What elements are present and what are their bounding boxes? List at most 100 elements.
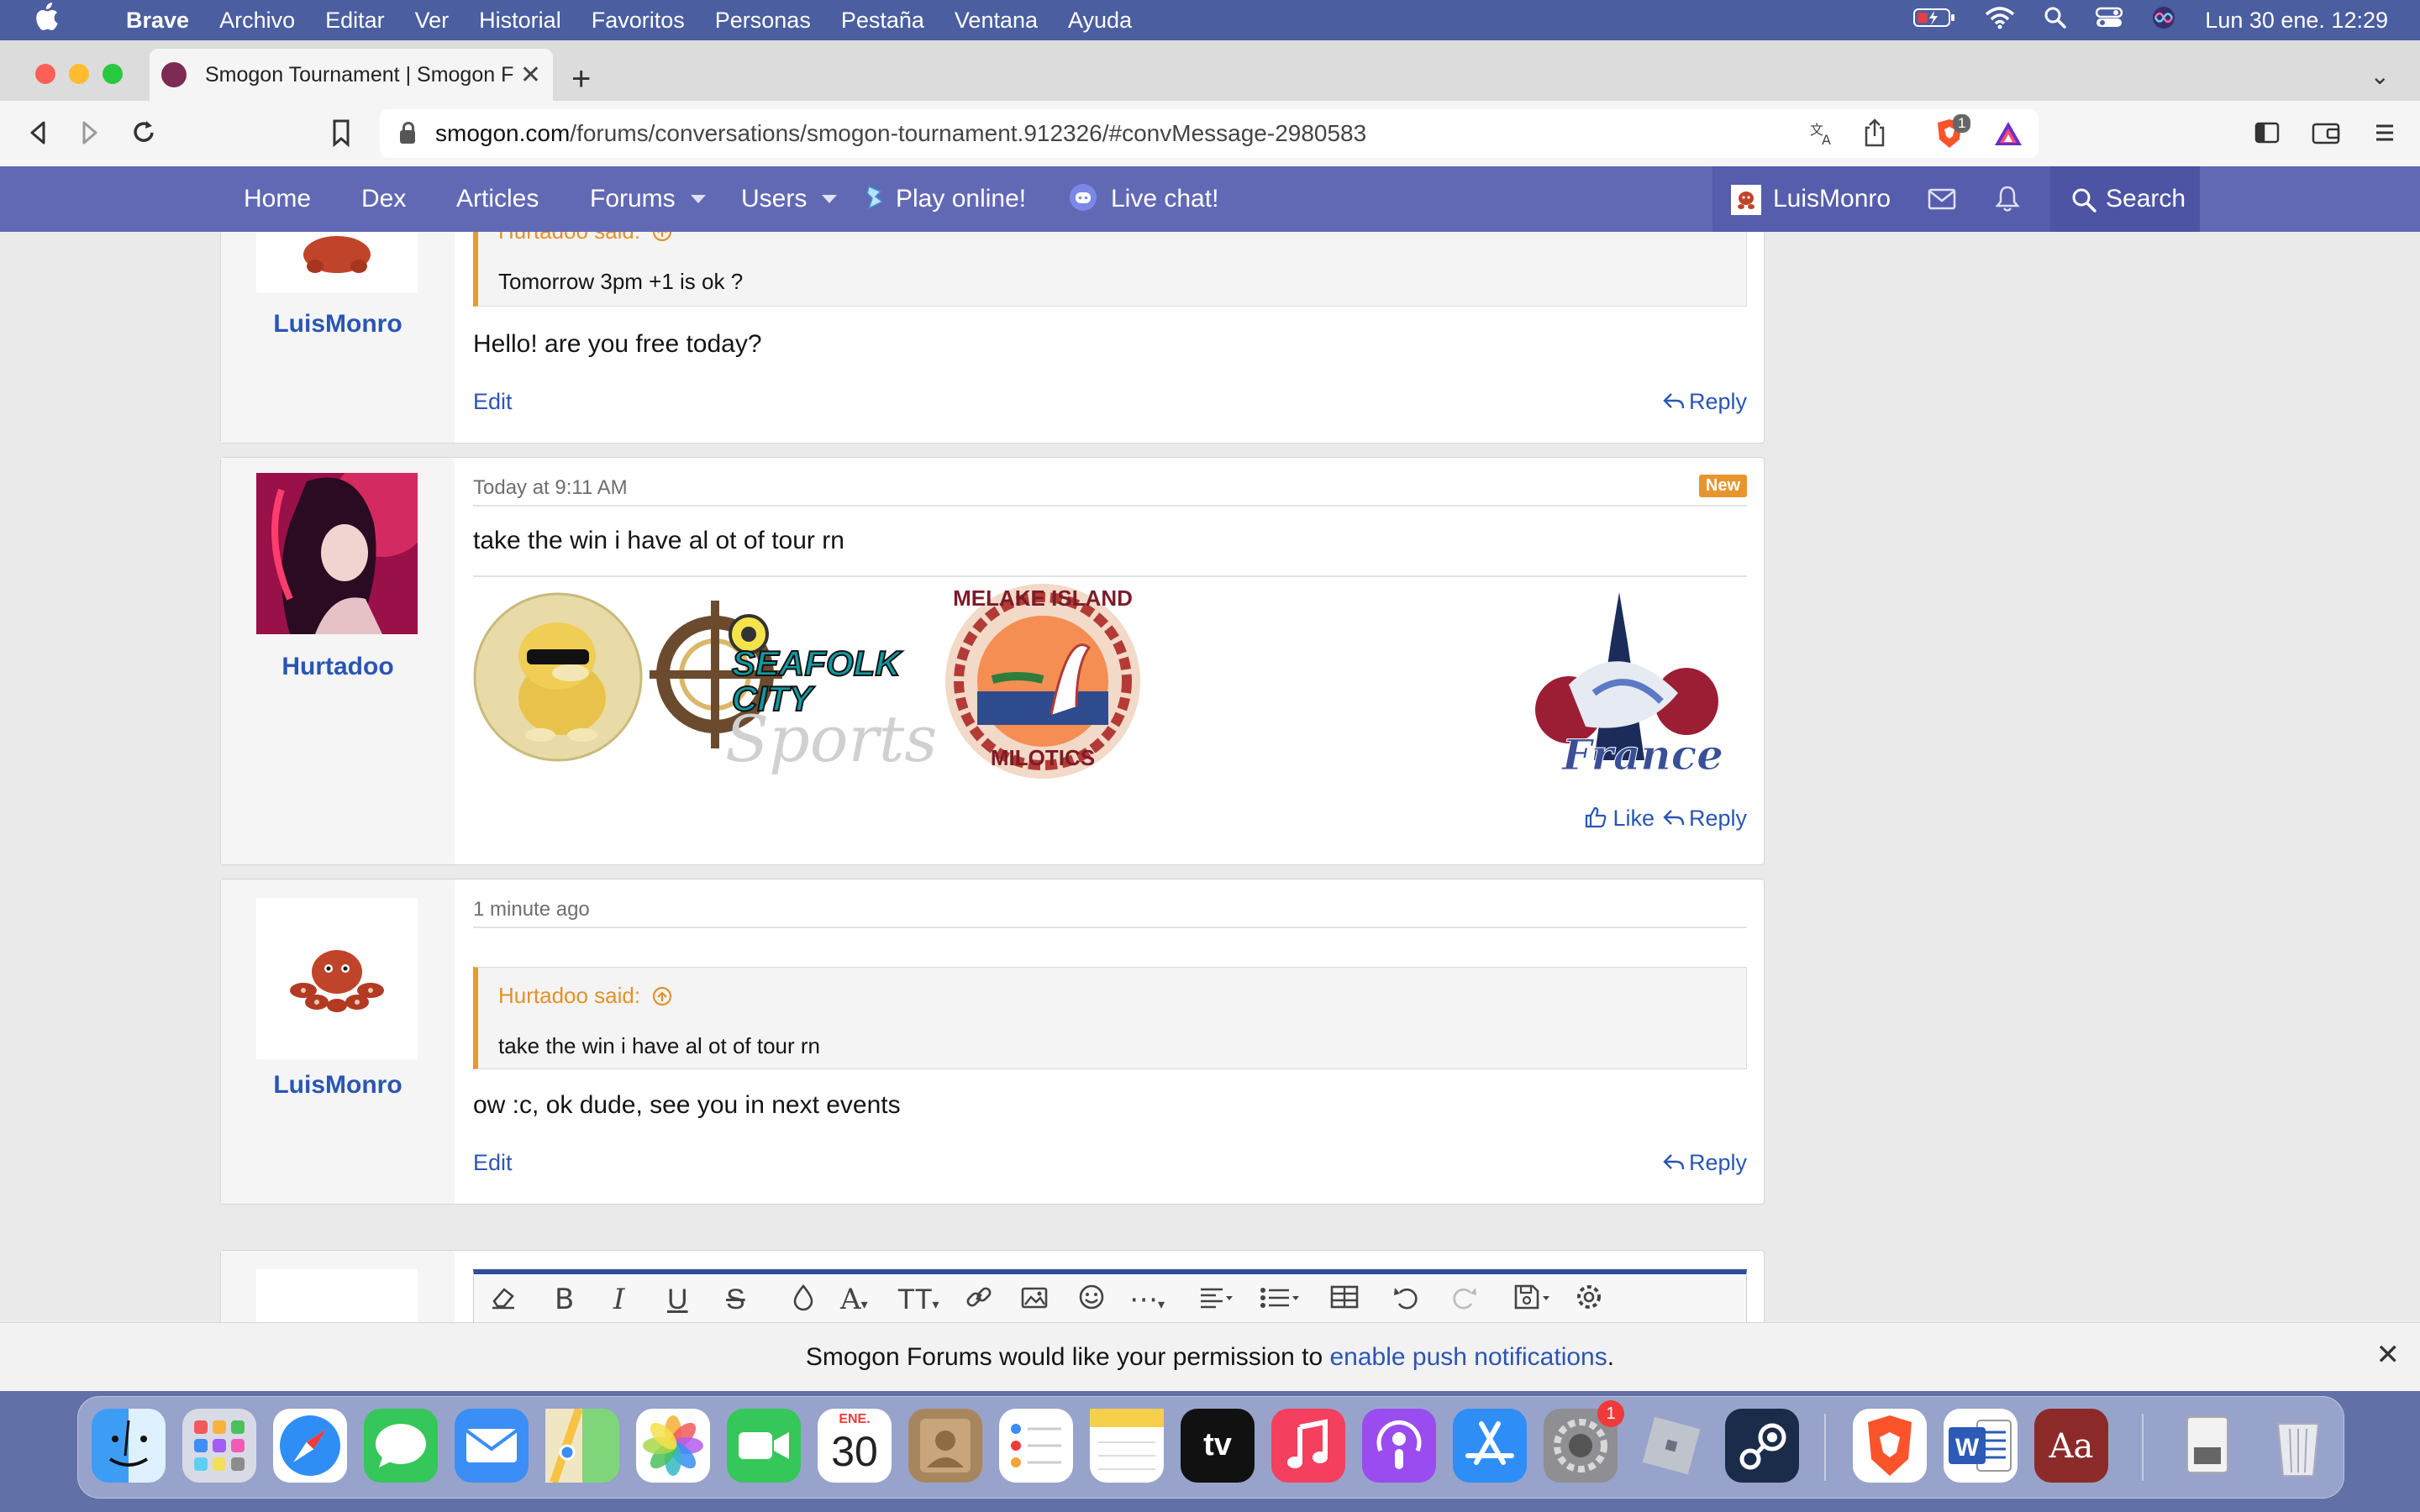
chevron-down-icon[interactable] [690,195,706,203]
new-tab-plus-icon[interactable]: + [571,60,591,98]
account-username[interactable]: LuisMonro [1773,183,1891,215]
edit-link[interactable]: Edit [473,1150,513,1176]
calendar-icon[interactable]: ENE. 30 [818,1409,892,1483]
jump-to-quote-icon[interactable] [651,985,673,1007]
siri-icon[interactable] [2151,5,2176,36]
align-icon[interactable] [1198,1283,1235,1319]
notes-icon[interactable] [1090,1409,1164,1483]
username-link[interactable]: LuisMonro [221,1071,455,1100]
roblox-icon[interactable] [1634,1409,1708,1483]
menu-personas[interactable]: Personas [715,8,811,34]
emoji-icon[interactable] [1077,1283,1106,1319]
more-options-icon[interactable]: ⋯▾ [1129,1283,1165,1322]
control-center-icon[interactable] [2096,7,2123,34]
finder-icon[interactable] [92,1409,166,1483]
like-button[interactable]: Like [1584,806,1655,832]
menu-app-brave[interactable]: Brave [126,8,189,34]
underline-icon[interactable]: U [667,1283,688,1316]
translate-icon[interactable]: 文A [1808,119,1837,155]
chevron-down-icon[interactable] [822,195,838,203]
signature-image-seafolk-city[interactable]: SEAFOLK CITY Sports [648,584,937,785]
sidebar-toggle-icon[interactable] [2254,116,2281,157]
editor-settings-gear-icon[interactable] [1575,1283,1603,1319]
link-icon[interactable] [965,1283,993,1319]
apple-menu-icon[interactable] [34,3,67,38]
edit-link[interactable]: Edit [473,389,513,415]
zoom-window-button[interactable] [103,64,123,84]
signature-image-france[interactable]: France [1518,592,1728,785]
username-link[interactable]: Hurtadoo [221,653,455,681]
forward-icon[interactable] [77,116,103,157]
reload-icon[interactable] [129,116,158,157]
user-avatar-octillery[interactable] [256,232,418,293]
italic-icon[interactable]: I [613,1283,624,1316]
app-menu-icon[interactable] [2373,116,2396,157]
reply-button[interactable]: Reply [1662,389,1747,415]
nav-home[interactable]: Home [244,183,311,215]
wallet-icon[interactable] [2311,116,2341,157]
font-family-icon[interactable]: A▾ [840,1283,868,1321]
apple-tv-icon[interactable]: tv [1181,1409,1255,1483]
dictionary-icon[interactable]: Aa [2034,1409,2108,1483]
microsoft-word-icon[interactable]: W [1944,1409,2018,1483]
strikethrough-icon[interactable]: S [726,1283,745,1316]
user-avatar-octillery[interactable] [256,898,418,1059]
user-avatar-octillery[interactable] [256,1269,418,1322]
menu-favoritos[interactable]: Favoritos [592,8,685,34]
nav-forums[interactable]: Forums [590,183,706,215]
menu-ventana[interactable]: Ventana [955,8,1038,34]
jump-to-quote-icon[interactable] [651,232,673,243]
bold-icon[interactable]: B [555,1283,574,1316]
brave-browser-icon[interactable] [1853,1409,1927,1483]
nav-users[interactable]: Users [741,183,838,215]
wifi-icon[interactable] [1985,6,2015,35]
battery-icon[interactable] [1912,7,1956,34]
menu-archivo[interactable]: Archivo [219,8,295,34]
menubar-clock[interactable]: Lun 30 ene. 12:29 [2205,8,2388,34]
photos-icon[interactable] [636,1409,710,1483]
undo-icon[interactable] [1392,1283,1420,1319]
back-icon[interactable] [25,116,50,157]
menu-historial[interactable]: Historial [479,8,561,34]
launchpad-icon[interactable] [182,1409,256,1483]
menu-pestana[interactable]: Pestaña [841,8,924,34]
alerts-bell-icon[interactable] [1995,185,2020,220]
brave-rewards-icon[interactable] [1993,119,2023,152]
account-menu[interactable]: LuisMonro [1712,166,2050,232]
system-preferences-icon[interactable]: 1 [1544,1400,1624,1483]
nav-articles[interactable]: Articles [456,183,539,215]
safari-icon[interactable] [273,1409,347,1483]
contacts-icon[interactable] [908,1409,982,1483]
list-icon[interactable] [1259,1283,1304,1319]
maps-icon[interactable] [545,1407,619,1484]
menu-editar[interactable]: Editar [325,8,385,34]
reminders-icon[interactable] [999,1409,1073,1483]
podcasts-icon[interactable] [1362,1409,1436,1483]
close-icon[interactable]: ✕ [2376,1338,2401,1372]
user-avatar-hurtadoo[interactable] [256,473,418,634]
search-button[interactable]: Search [2050,166,2200,232]
close-window-button[interactable] [35,64,55,84]
quote-author[interactable]: Hurtadoo said: [498,983,673,1009]
quote-author[interactable]: Hurtadoo said: [498,232,673,244]
search-label[interactable]: Search [2106,183,2186,215]
brave-shields-icon[interactable]: 1 [1934,114,1971,151]
username-link[interactable]: LuisMonro [221,310,455,339]
message-timestamp[interactable]: 1 minute ago [473,898,590,921]
inbox-icon[interactable] [1928,186,1956,218]
url-text[interactable]: smogon.com/forums/conversations/smogon-t… [435,120,1366,147]
tab-search-chevron-icon[interactable]: ⌄ [2370,62,2390,90]
steam-icon[interactable] [1725,1409,1799,1483]
table-icon[interactable] [1329,1283,1360,1319]
signature-image-psyduck[interactable] [473,592,643,762]
redo-icon[interactable] [1450,1283,1479,1319]
drafts-save-icon[interactable] [1512,1283,1558,1319]
music-icon[interactable] [1271,1409,1345,1483]
share-icon[interactable] [1862,118,1887,152]
message-timestamp[interactable]: Today at 9:11 AM [473,476,628,500]
facetime-icon[interactable] [727,1409,801,1483]
trash-icon[interactable] [2261,1409,2335,1483]
remove-format-eraser-icon[interactable] [489,1283,518,1319]
enable-push-notifications-link[interactable]: enable push notifications [1330,1343,1607,1371]
messages-icon[interactable] [364,1409,438,1483]
